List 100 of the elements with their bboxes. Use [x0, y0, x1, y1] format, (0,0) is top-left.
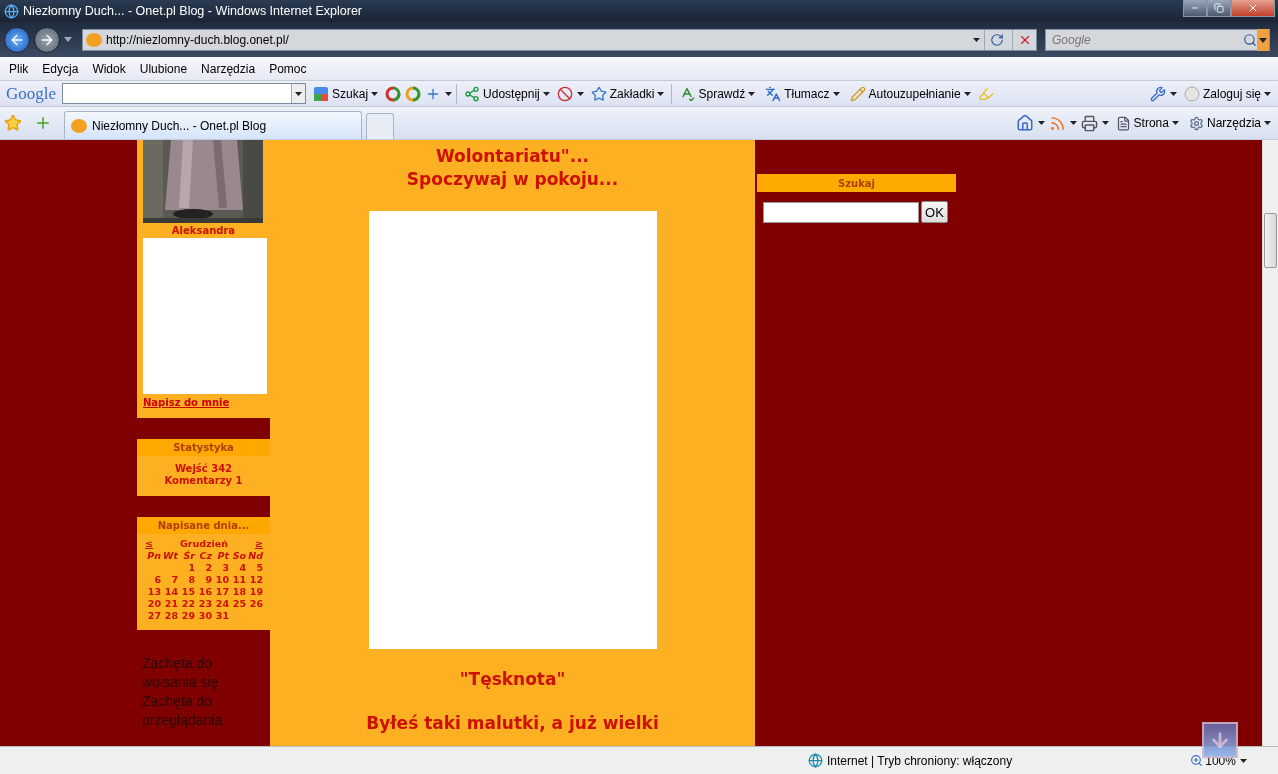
- forward-button[interactable]: [34, 26, 60, 53]
- caret-icon[interactable]: [576, 91, 584, 96]
- caret-icon[interactable]: [657, 91, 665, 96]
- zoom-button[interactable]: 100%: [1190, 753, 1236, 768]
- calendar-day[interactable]: 15: [179, 586, 195, 598]
- menu-item[interactable]: Narzędzia: [196, 59, 261, 78]
- caret-icon[interactable]: [542, 91, 550, 96]
- favorites-star-icon[interactable]: [4, 114, 22, 132]
- calendar-day[interactable]: 18: [230, 586, 246, 598]
- translate-icon[interactable]: [765, 85, 782, 102]
- calendar-day[interactable]: 6: [145, 574, 161, 586]
- close-button[interactable]: [1231, 0, 1275, 17]
- share-icon[interactable]: [464, 85, 481, 102]
- contact-link[interactable]: Napisz do mnie: [143, 397, 264, 408]
- back-button[interactable]: [4, 26, 30, 53]
- caret-icon[interactable]: [1101, 121, 1109, 125]
- sign-in-button[interactable]: Zaloguj się: [1180, 82, 1274, 105]
- scrollbar-thumb[interactable]: [1264, 213, 1277, 268]
- minimize-button[interactable]: [1183, 0, 1207, 17]
- toolbar-button[interactable]: Sprawdź: [676, 82, 759, 105]
- caret-icon[interactable]: [1037, 121, 1045, 125]
- toolbar-button[interactable]: Tłumacz: [762, 82, 843, 105]
- caret-icon[interactable]: [1264, 91, 1271, 96]
- calendar-day[interactable]: 3: [213, 562, 229, 574]
- browser-tab[interactable]: Niezłomny Duch... - Onet.pl Blog: [64, 111, 362, 139]
- calendar-day[interactable]: 24: [213, 598, 229, 610]
- command-button[interactable]: Strona: [1112, 112, 1182, 134]
- search-field[interactable]: Google: [1045, 28, 1270, 51]
- search-input[interactable]: Google: [1050, 31, 1243, 48]
- caret-icon[interactable]: [1239, 758, 1247, 763]
- calendar-day[interactable]: 12: [247, 574, 263, 586]
- menu-item[interactable]: Pomoc: [264, 59, 312, 78]
- address-field[interactable]: http://niezlomny-duch.blog.onet.pl/: [82, 28, 1037, 51]
- calendar-day[interactable]: 28: [162, 610, 178, 622]
- swirl-icon[interactable]: [385, 85, 402, 102]
- calendar-day[interactable]: 30: [196, 610, 212, 622]
- calendar-day[interactable]: 5: [247, 562, 263, 574]
- menu-item[interactable]: Ulubione: [134, 59, 193, 78]
- menu-item[interactable]: Plik: [4, 59, 34, 78]
- calendar-day[interactable]: 8: [179, 574, 195, 586]
- menu-item[interactable]: Widok: [87, 59, 131, 78]
- stats-title: Statystyka: [137, 439, 270, 456]
- caret-icon[interactable]: [1264, 121, 1271, 125]
- caret-icon[interactable]: [445, 91, 453, 96]
- calendar-day[interactable]: 2: [196, 562, 212, 574]
- search-icon[interactable]: [313, 85, 330, 102]
- print-icon[interactable]: [1080, 114, 1098, 132]
- post-heading: Spoczywaj w pokoju...: [406, 168, 619, 191]
- calendar-day[interactable]: 20: [145, 598, 161, 610]
- next-month-link[interactable]: ≥: [247, 538, 263, 550]
- scrollbar[interactable]: [1262, 140, 1278, 746]
- caret-icon[interactable]: [1069, 121, 1077, 125]
- toolbar-button[interactable]: Udostępnij: [461, 82, 553, 105]
- popup-blocker-icon[interactable]: [556, 85, 573, 102]
- calendar-day[interactable]: 9: [196, 574, 212, 586]
- calendar-day[interactable]: 17: [213, 586, 229, 598]
- star-icon[interactable]: [590, 85, 607, 102]
- calendar-day[interactable]: 1: [179, 562, 195, 574]
- calendar-day[interactable]: 19: [247, 586, 263, 598]
- caret-icon[interactable]: [371, 91, 379, 96]
- caret-icon[interactable]: [748, 91, 756, 96]
- calendar-day[interactable]: 4: [230, 562, 246, 574]
- caret-icon[interactable]: [832, 91, 840, 96]
- menu-item[interactable]: Edycja: [37, 59, 84, 78]
- caret-icon[interactable]: [295, 91, 303, 96]
- calendar-day[interactable]: 16: [196, 586, 212, 598]
- blog-search-field[interactable]: [763, 201, 919, 223]
- calendar-day[interactable]: 11: [230, 574, 246, 586]
- toolbar-button[interactable]: Zakładki: [587, 82, 668, 105]
- calendar-day[interactable]: 10: [213, 574, 229, 586]
- calendar-day[interactable]: 14: [162, 586, 178, 598]
- home-icon[interactable]: [1015, 114, 1034, 132]
- security-zone: Internet | Tryb chroniony: włączony: [827, 753, 1013, 768]
- calendar-day[interactable]: 23: [196, 598, 212, 610]
- swirl-icon[interactable]: [405, 85, 422, 102]
- caret-icon[interactable]: [973, 37, 980, 42]
- wrench-icon[interactable]: [1149, 85, 1166, 102]
- calendar-day[interactable]: 7: [162, 574, 178, 586]
- calendar-day[interactable]: 13: [145, 586, 161, 598]
- calendar-day[interactable]: 26: [247, 598, 263, 610]
- calendar-day[interactable]: 29: [179, 610, 195, 622]
- toolbar-search-field[interactable]: [62, 83, 307, 104]
- calendar-day[interactable]: 25: [230, 598, 246, 610]
- caret-icon[interactable]: [963, 91, 971, 96]
- spellcheck-icon[interactable]: [679, 85, 696, 102]
- caret-icon[interactable]: [1169, 91, 1177, 96]
- toolbar-button[interactable]: Autouzupełnianie: [846, 82, 974, 105]
- maximize-button[interactable]: [1207, 0, 1231, 17]
- calendar-day[interactable]: 31: [213, 610, 229, 622]
- search-icon[interactable]: [1243, 32, 1257, 47]
- toolbar-button[interactable]: Szukaj: [310, 82, 382, 105]
- calendar-day[interactable]: 27: [145, 610, 161, 622]
- caret-icon[interactable]: [1171, 121, 1179, 125]
- calendar-title: Napisane dnia...: [137, 517, 270, 534]
- command-button[interactable]: Narzędzia: [1185, 112, 1274, 134]
- caret-icon[interactable]: [1257, 28, 1269, 51]
- previous-month-link[interactable]: ≤: [145, 538, 161, 550]
- calendar-day[interactable]: 21: [162, 598, 178, 610]
- ok-button[interactable]: OK: [921, 201, 948, 223]
- calendar-day[interactable]: 22: [179, 598, 195, 610]
